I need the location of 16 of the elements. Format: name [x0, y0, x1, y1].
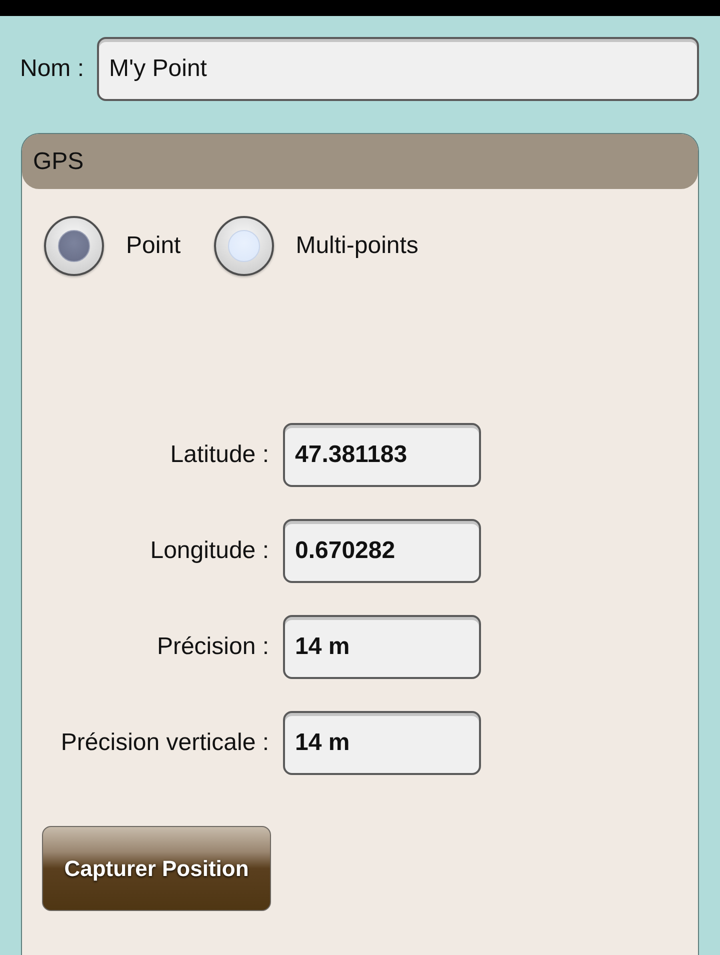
field-label: Latitude : — [170, 441, 269, 469]
name-input-field[interactable]: M'y Point — [97, 37, 699, 101]
name-label: Nom : — [20, 55, 84, 83]
value-field[interactable]: 47.381183 — [283, 423, 481, 487]
radio-label[interactable]: Multi-points — [296, 232, 418, 260]
field-label: Précision : — [156, 633, 269, 661]
value-field[interactable]: 14 m — [283, 615, 481, 679]
radio-label[interactable]: Point — [126, 232, 181, 260]
field-label: Précision verticale : — [60, 729, 269, 757]
value-field[interactable]: 14 m — [283, 711, 481, 775]
radio-button[interactable] — [44, 216, 104, 276]
capture-position-button[interactable]: Capturer Position — [42, 826, 271, 911]
panel-header: GPS — [22, 134, 698, 189]
field-label: Longitude : — [150, 537, 269, 565]
value-field[interactable]: 0.670282 — [283, 519, 481, 583]
radio-button[interactable] — [214, 216, 274, 276]
